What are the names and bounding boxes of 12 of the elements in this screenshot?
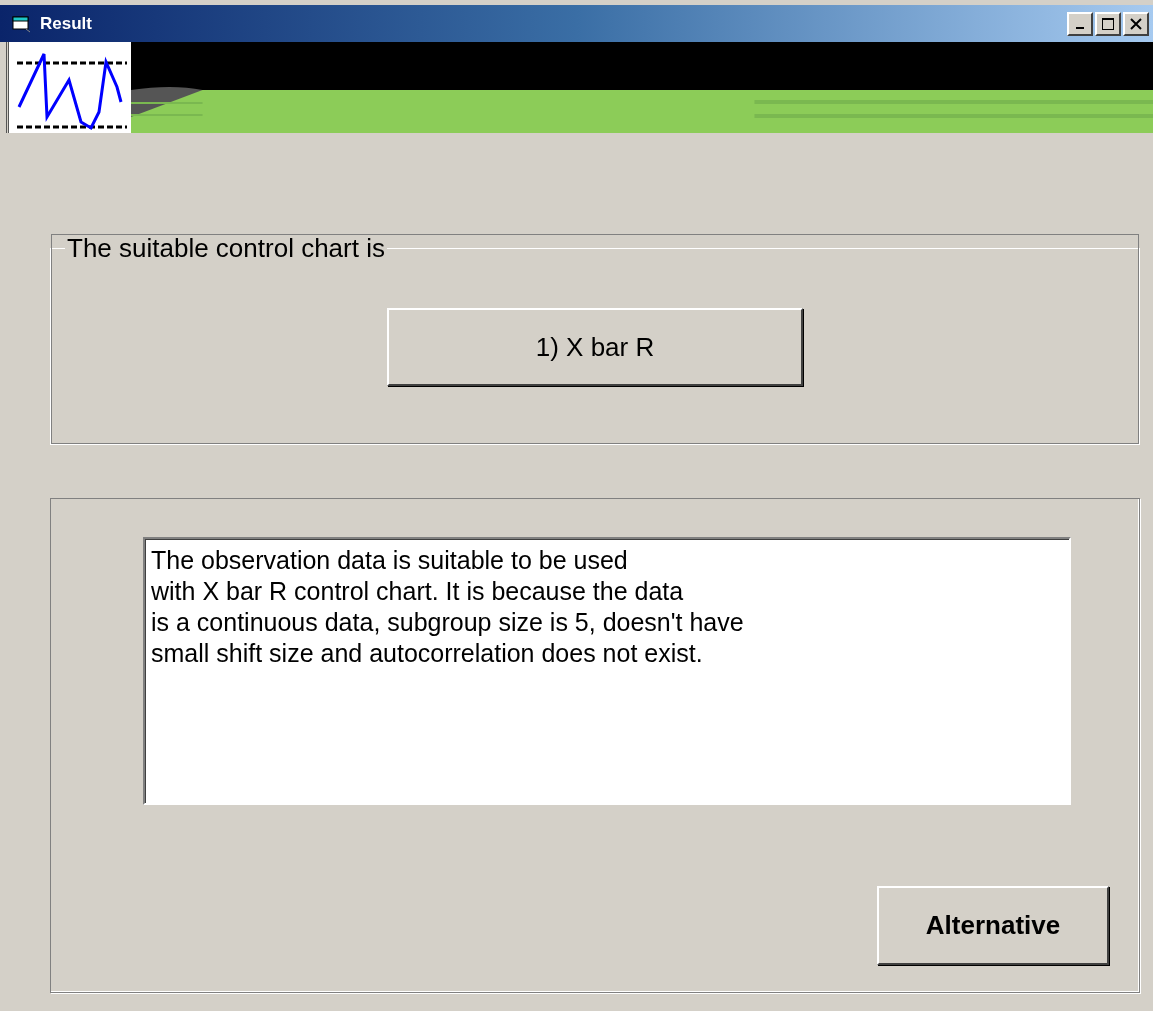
close-button[interactable] xyxy=(1123,11,1149,36)
explanation-text-box[interactable]: The observation data is suitable to be used with X bar R control chart. It is because the data is a continuous data, subgroup size is 5, doesn't have small shift size and autocorrelation does not exist. xyxy=(143,537,1071,805)
chart-type-button[interactable]: 1) X bar R xyxy=(387,308,803,386)
alternative-button[interactable]: Alternative xyxy=(877,886,1109,965)
minimize-button[interactable] xyxy=(1067,11,1093,36)
frame-legend: The suitable control chart is xyxy=(65,233,387,264)
close-icon xyxy=(1130,17,1142,30)
minimize-icon xyxy=(1076,26,1084,29)
window-title: Result xyxy=(40,13,93,34)
window-icon xyxy=(12,14,32,33)
maximize-icon xyxy=(1101,16,1115,31)
maximize-button[interactable] xyxy=(1095,11,1121,36)
